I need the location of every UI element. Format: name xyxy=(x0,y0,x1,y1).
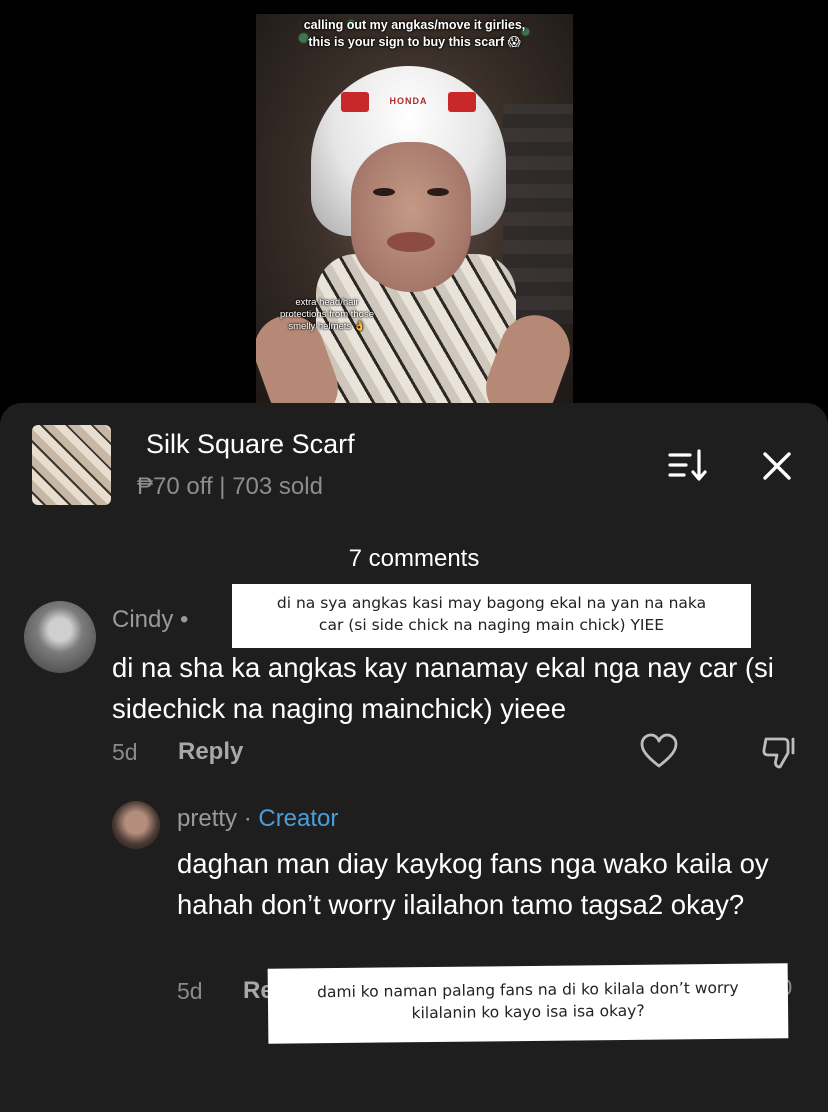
product-subtitle: ₱70 off | 703 sold xyxy=(137,473,323,500)
creator-badge: Creator xyxy=(258,805,339,832)
comment-author[interactable]: pretty · Creator xyxy=(177,805,338,833)
comment-date: 5d xyxy=(177,978,203,1004)
comments-count: 7 comments xyxy=(348,545,480,572)
sort-icon[interactable] xyxy=(668,447,708,483)
overlay-line2: protections from those xyxy=(280,309,374,320)
face-image xyxy=(351,142,471,292)
translation-line1: di na sya angkas kasi may bagong ekal na… xyxy=(276,594,707,612)
comment-text: daghan man diay kaykog fans nga wako kai… xyxy=(177,848,769,920)
lips xyxy=(387,232,435,252)
translation-line2: car (si side chick na naging main chick)… xyxy=(318,616,665,634)
avatar[interactable] xyxy=(112,801,160,849)
video-caption-line1: calling out my angkas/move it girlies, xyxy=(303,18,526,32)
translation-note: dami ko naman palang fans na di ko kilal… xyxy=(267,963,789,1044)
eye-left xyxy=(373,188,395,196)
comment-date: 5d xyxy=(112,739,138,765)
avatar[interactable] xyxy=(24,601,96,673)
video-caption-line2: this is your sign to buy this scarf 😱 xyxy=(308,35,521,49)
helmet-brand: HONDA xyxy=(389,96,428,106)
product-thumbnail[interactable] xyxy=(32,425,111,505)
comment-text: di na sha ka angkas kay nanamay ekal nga… xyxy=(112,652,774,724)
overlay-line3: smelly helmets 👌 xyxy=(288,321,366,332)
translation-note: di na sya angkas kasi may bagong ekal na… xyxy=(232,584,751,648)
video-caption: calling out my angkas/move it girlies, t… xyxy=(256,17,573,51)
author-name: pretty · xyxy=(177,805,259,832)
comment-author[interactable]: Cindy • xyxy=(112,606,188,634)
heart-icon[interactable] xyxy=(640,733,678,769)
reply-button[interactable]: Reply xyxy=(178,738,243,766)
overlay-line1: extra head/hair xyxy=(295,297,359,308)
eye-right xyxy=(427,188,449,196)
close-icon[interactable] xyxy=(760,449,794,483)
product-title[interactable]: Silk Square Scarf xyxy=(146,429,355,460)
dislike-icon[interactable] xyxy=(760,733,798,771)
video-preview[interactable]: HONDA calling out my angkas/move it girl… xyxy=(256,14,573,406)
video-overlay-text: extra head/hair protections from those s… xyxy=(268,297,386,333)
